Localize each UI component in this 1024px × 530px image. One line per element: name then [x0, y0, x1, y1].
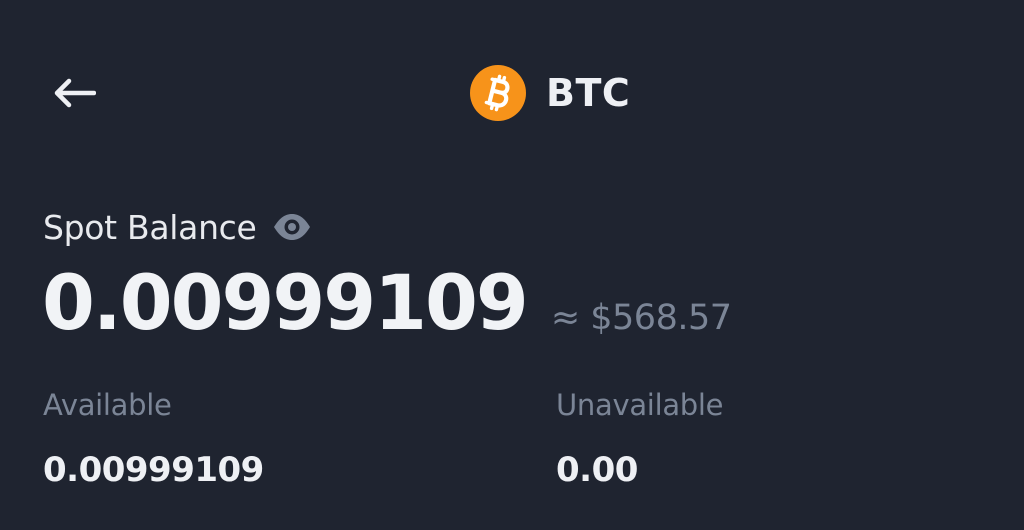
header-title: BTC — [470, 64, 630, 122]
unavailable-value: 0.00 — [556, 450, 638, 490]
coin-balance-screen: BTC Spot Balance 0.00999109 ≈ $568.57 Av… — [0, 0, 1024, 530]
coin-symbol: BTC — [546, 71, 631, 115]
unavailable-section: Unavailable 0.00 — [556, 384, 724, 492]
available-label: Available — [43, 388, 172, 422]
back-button[interactable] — [50, 74, 98, 112]
balance-amount: 0.00999109 — [42, 258, 529, 347]
available-value: 0.00999109 — [43, 450, 264, 490]
available-section: Available 0.00999109 — [43, 384, 264, 492]
unavailable-label: Unavailable — [556, 388, 724, 422]
balance-label-row: Spot Balance — [43, 205, 313, 249]
balance-label: Spot Balance — [43, 207, 257, 247]
fiat-equivalent: ≈ $568.57 — [550, 298, 732, 338]
arrow-left-icon — [54, 78, 96, 108]
balance-row: 0.00999109 ≈ $568.57 — [42, 258, 732, 348]
visibility-toggle-button[interactable] — [271, 211, 313, 243]
bitcoin-icon — [470, 65, 526, 121]
eye-icon — [273, 214, 310, 240]
